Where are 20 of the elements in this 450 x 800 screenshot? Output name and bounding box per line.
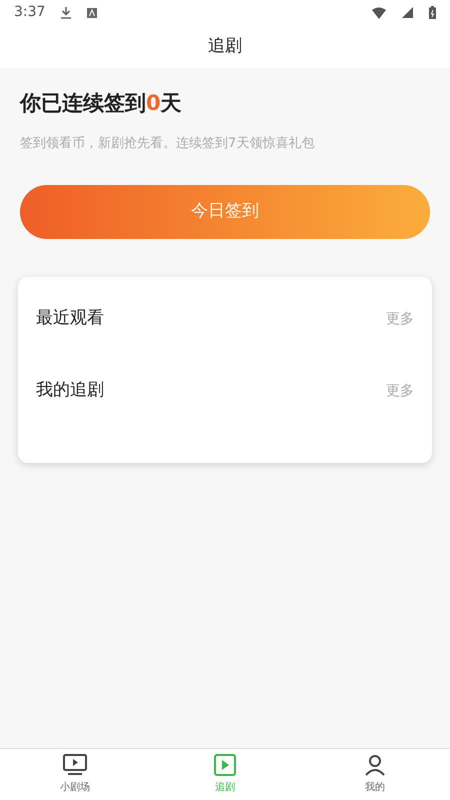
tab[interactable]: 追剧: [150, 753, 300, 796]
notification-icon: [87, 8, 98, 18]
section-title: 最近观看: [36, 307, 104, 330]
play-icon: [214, 754, 236, 776]
page-title: 追剧: [208, 34, 242, 58]
tab[interactable]: 我的: [300, 753, 450, 796]
signal-icon: [402, 7, 413, 18]
more-link[interactable]: 更多: [386, 380, 414, 402]
checkin-button[interactable]: 今日签到: [20, 185, 430, 239]
battery-icon: [429, 6, 436, 19]
wifi-icon: [372, 6, 386, 18]
more-link[interactable]: 更多: [386, 308, 414, 330]
tv-icon: [63, 754, 87, 776]
section-title: 我的追剧: [36, 379, 104, 402]
download-icon: [61, 6, 72, 18]
status-time: 3:37: [14, 3, 46, 22]
checkin-title: 你已连续签到0天: [20, 90, 183, 117]
tab[interactable]: 小剧场: [0, 753, 150, 796]
person-icon: [364, 754, 386, 776]
checkin-description: 签到领看币，新剧抢先看。连续签到7天领惊喜礼包: [20, 134, 316, 152]
